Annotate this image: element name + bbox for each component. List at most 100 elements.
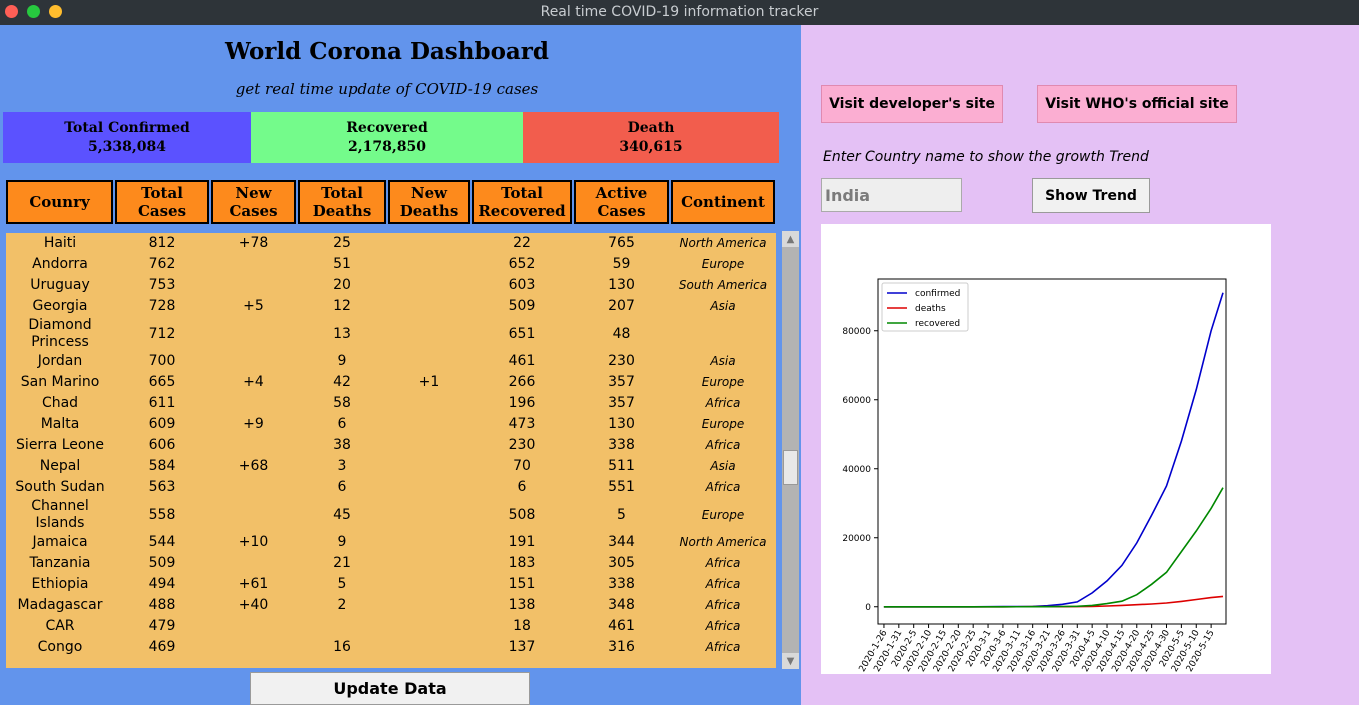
cell-new-deaths xyxy=(387,317,471,351)
cell-total-cases: 469 xyxy=(148,639,176,655)
cell-country: Chad xyxy=(41,395,79,411)
cell-active-cases: 305 xyxy=(608,555,635,571)
legend-label-deaths: deaths xyxy=(915,304,946,314)
table-row: Jamaica 544 +10 9 191 344 North America xyxy=(6,532,776,553)
cell-total-recovered: 509 xyxy=(508,298,536,314)
cell-country: Madagascar xyxy=(17,597,103,613)
scroll-down-icon[interactable]: ▼ xyxy=(782,653,799,669)
cell-new-cases xyxy=(210,393,297,414)
cell-total-cases: 753 xyxy=(148,277,176,293)
scroll-thumb[interactable] xyxy=(783,450,798,485)
cell-active-cases: 338 xyxy=(608,576,635,592)
window-title: Real time COVID-19 information tracker xyxy=(540,4,819,20)
cell-total-deaths: 16 xyxy=(333,639,351,655)
cell-total-cases: 609 xyxy=(148,416,176,432)
cell-total-recovered: 230 xyxy=(508,437,536,453)
table-row: Malta 609 +9 6 473 130 Europe xyxy=(6,414,776,435)
cell-total-deaths: 13 xyxy=(333,325,351,342)
dashboard-title: World Corona Dashboard xyxy=(224,38,550,65)
dashboard-panel: World Corona Dashboard get real time upd… xyxy=(0,25,801,705)
cell-country: CAR xyxy=(45,618,75,634)
y-tick-label: 60000 xyxy=(842,396,871,406)
window-titlebar: Real time COVID-19 information tracker xyxy=(0,0,1359,25)
total-confirmed-label: Total Confirmed xyxy=(64,120,190,136)
cell-country: Andorra xyxy=(32,256,88,272)
cell-active-cases: 230 xyxy=(608,353,635,369)
cell-total-deaths: 3 xyxy=(337,458,347,474)
cell-active-cases: 5 xyxy=(617,506,626,523)
cell-total-recovered: 191 xyxy=(508,534,536,550)
cell-total-cases: 494 xyxy=(148,576,176,592)
cell-new-deaths xyxy=(387,414,471,435)
cell-continent xyxy=(670,317,776,351)
cell-country: Sierra Leone xyxy=(16,437,104,453)
cell-total-cases: 479 xyxy=(148,618,176,634)
cell-total-recovered: 652 xyxy=(508,256,536,272)
cell-total-recovered: 603 xyxy=(508,277,536,293)
cell-total-deaths: 58 xyxy=(333,395,351,411)
cell-active-cases: 207 xyxy=(608,298,635,314)
cell-country: Uruguay xyxy=(30,277,90,293)
table-row: Haiti 812 +78 25 22 765 North America xyxy=(6,233,776,254)
cell-new-cases: +68 xyxy=(238,458,269,474)
visit-developer-button[interactable]: Visit developer's site xyxy=(821,85,1003,123)
trend-chart-svg: 0200004000060000800002020-1-262020-1-312… xyxy=(842,278,1227,674)
cell-country: Jamaica xyxy=(32,534,88,550)
cell-active-cases: 357 xyxy=(608,395,635,411)
cell-new-deaths xyxy=(387,574,471,595)
total-confirmed-card: Total Confirmed 5,338,084 xyxy=(3,112,251,163)
cell-new-deaths xyxy=(387,498,471,532)
cell-new-cases: +61 xyxy=(238,576,269,592)
country-input[interactable]: India xyxy=(821,178,962,212)
cell-new-cases: +4 xyxy=(243,374,264,390)
cell-total-recovered: 137 xyxy=(508,639,536,655)
cell-country: Channel Islands xyxy=(31,498,89,531)
table-row: Chad 611 58 196 357 Africa xyxy=(6,393,776,414)
cell-total-deaths: 9 xyxy=(337,353,347,369)
cell-total-deaths: 5 xyxy=(337,576,347,592)
cell-continent: Asia xyxy=(710,299,736,313)
cell-total-cases: 558 xyxy=(148,506,176,523)
cell-active-cases: 344 xyxy=(608,534,635,550)
cell-new-cases: +10 xyxy=(238,534,269,550)
cell-continent: Asia xyxy=(710,459,736,473)
trend-panel: Visit developer's site Visit WHO's offic… xyxy=(801,25,1359,705)
y-tick-label: 0 xyxy=(865,603,871,613)
cell-continent: Africa xyxy=(705,480,741,494)
table-row: Nepal 584 +68 3 70 511 Asia xyxy=(6,456,776,477)
cell-new-cases xyxy=(210,435,297,456)
table-scrollbar[interactable]: ▲ ▼ xyxy=(782,231,799,669)
visit-who-button[interactable]: Visit WHO's official site xyxy=(1037,85,1237,123)
cell-total-cases: 665 xyxy=(148,374,176,390)
table-row: Uruguay 753 20 603 130 South America xyxy=(6,275,776,296)
recovered-value: 2,178,850 xyxy=(348,139,426,155)
table-row: Tanzania 509 21 183 305 Africa xyxy=(6,553,776,574)
scroll-up-icon[interactable]: ▲ xyxy=(782,231,799,247)
cell-total-deaths: 51 xyxy=(333,256,351,272)
country-table[interactable]: Haiti 812 +78 25 22 765 North America Andorra 76… xyxy=(6,233,776,668)
cell-continent: Europe xyxy=(701,375,745,389)
cell-total-recovered: 508 xyxy=(508,506,536,523)
cell-total-recovered: 70 xyxy=(513,458,531,474)
cell-country: Haiti xyxy=(43,235,77,251)
cell-continent: Africa xyxy=(705,438,741,452)
table-row: Ethiopia 494 +61 5 151 338 Africa xyxy=(6,574,776,595)
cell-total-cases: 728 xyxy=(148,298,176,314)
cell-new-deaths xyxy=(387,275,471,296)
header-total-deaths: Total Deaths xyxy=(298,180,386,224)
table-row: South Sudan 563 6 6 551 Africa xyxy=(6,477,776,498)
header-new-cases: New Cases xyxy=(211,180,296,224)
cell-total-deaths: 25 xyxy=(333,235,351,251)
recovered-card: Recovered 2,178,850 xyxy=(251,112,523,163)
recovered-label: Recovered xyxy=(346,120,428,136)
cell-active-cases: 316 xyxy=(608,639,635,655)
table-row: CAR 479 18 461 Africa xyxy=(6,616,776,637)
cell-country: Diamond Princess xyxy=(28,317,92,350)
cell-active-cases: 59 xyxy=(612,256,631,272)
total-confirmed-value: 5,338,084 xyxy=(88,139,166,155)
update-data-button[interactable]: Update Data xyxy=(250,672,530,705)
cell-active-cases: 461 xyxy=(608,618,635,634)
table-row: Diamond Princess 712 13 651 48 xyxy=(6,317,776,351)
show-trend-button[interactable]: Show Trend xyxy=(1032,178,1150,213)
cell-active-cases: 357 xyxy=(608,374,635,390)
